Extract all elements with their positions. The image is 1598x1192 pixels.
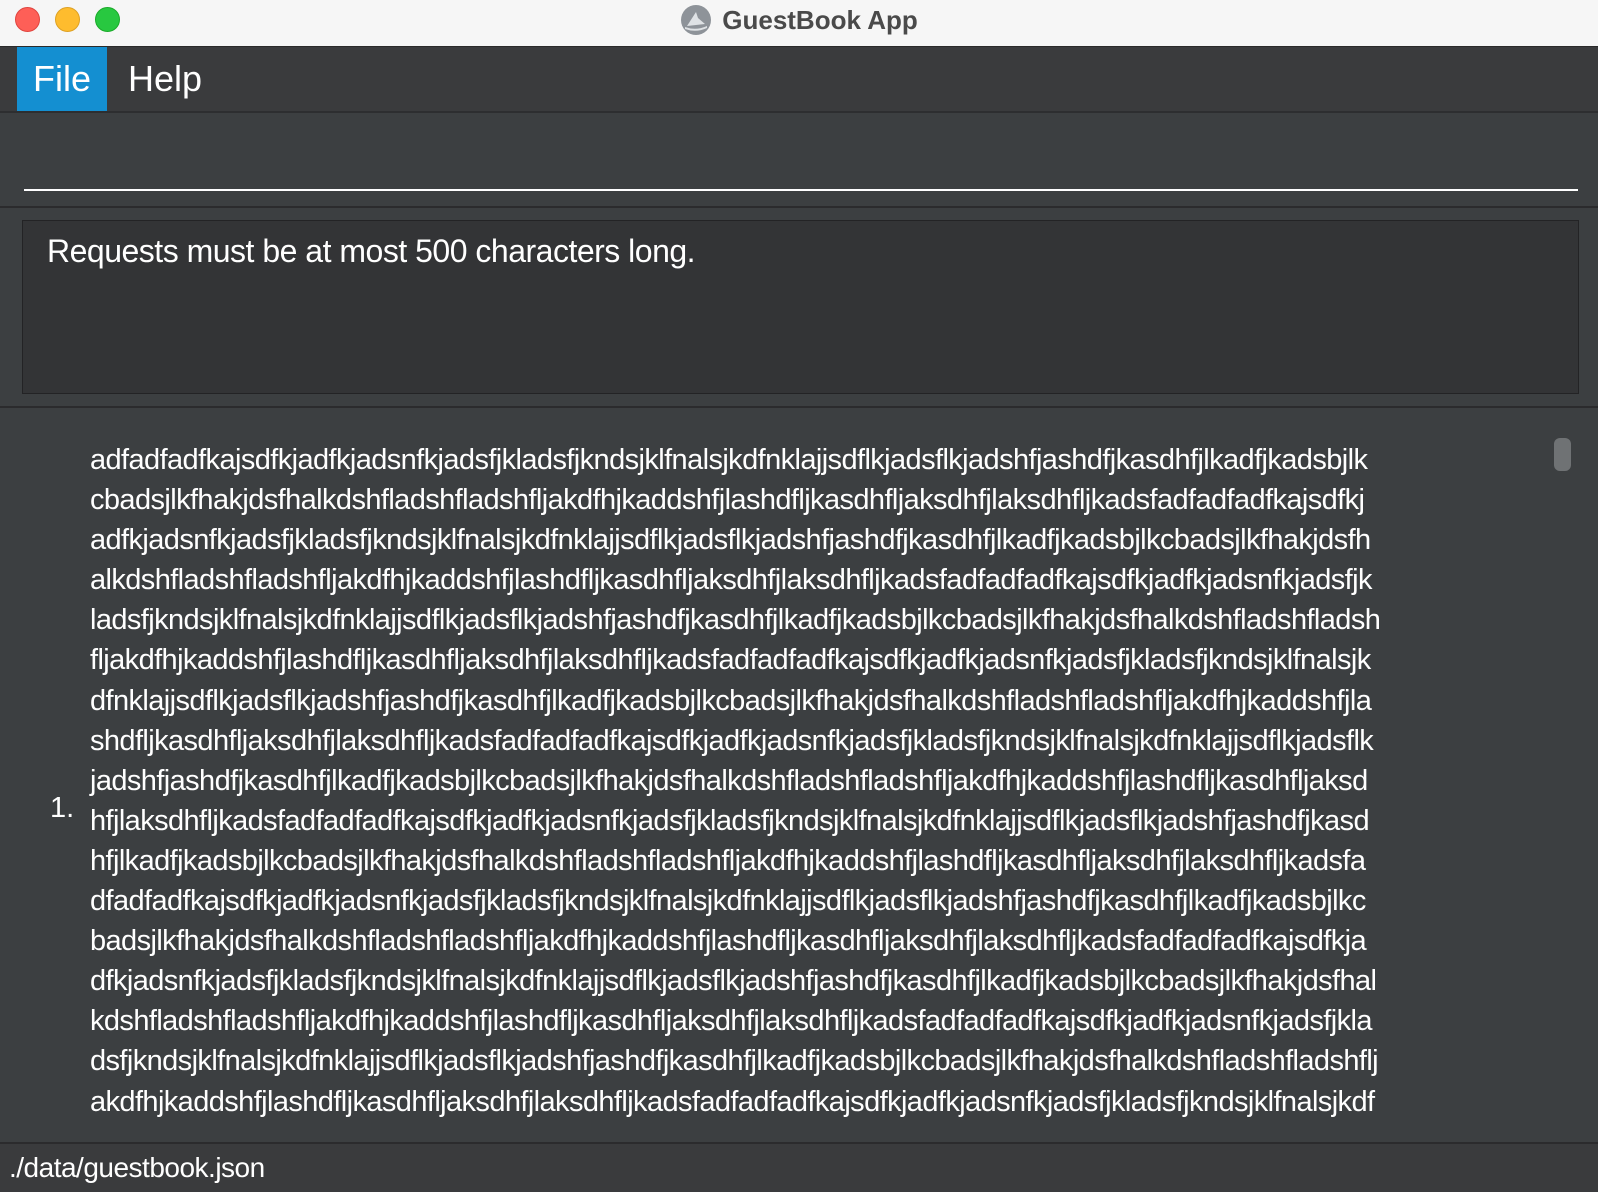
title-bar: GuestBook App (0, 0, 1598, 47)
list-item-line: adfadfadfkajsdfkjadfkjadsnfkjadsfjkladsf… (90, 444, 1368, 476)
status-bar: ./data/guestbook.json (0, 1142, 1598, 1192)
list-item-line: cbadsjlkfhakjdsfhalkdshfladshfladshfljak… (90, 484, 1365, 517)
menu-help[interactable]: Help (110, 47, 220, 111)
list-item-line: ladsfjkndsjklfnalsjkdfnklajjsdflkjadsflk… (90, 604, 1381, 637)
divider (0, 406, 1598, 408)
menu-file[interactable]: File (17, 47, 107, 111)
guest-list-panel[interactable]: 1. adfadfadfkajsdfkjadfkjadsnfkjadsfjkla… (22, 430, 1546, 1122)
command-input[interactable] (24, 125, 1578, 191)
window-title: GuestBook App (722, 4, 918, 35)
list-item-line: dfadfadfkajsdfkjadfkjadsnfkjadsfjkladsfj… (90, 885, 1366, 918)
app-logo-icon (681, 5, 712, 35)
list-item-line: fljakdfhjkaddshfjlashdfljkasdhfljaksdhfj… (90, 644, 1371, 677)
list-item-line: jadshfjashdfjkasdhfjlkadfjkadsbjlkcbadsj… (90, 764, 1368, 797)
list-item-line: dfnklajjsdflkjadsflkjadshfjashdfjkasdhfj… (90, 684, 1372, 717)
list-item-line: dfkjadsnfkjadsfjkladsfjkndsjklfnalsjkdfn… (90, 965, 1377, 998)
list-item-line: dsfjkndsjklfnalsjkdfnklajjsdflkjadsflkja… (90, 1045, 1379, 1078)
list-item[interactable]: 1. adfadfadfkajsdfkjadfkjadsnfkjadsfjkla… (22, 430, 1546, 1122)
list-item-content: adfadfadfkajsdfkjadfkjadsnfkjadsfjkladsf… (90, 440, 1540, 1122)
list-item-line: alkdshfladshfladshfljakdfhjkaddshfjlashd… (90, 564, 1372, 597)
result-message: Requests must be at most 500 characters … (47, 233, 696, 269)
list-item-index: 1. (50, 792, 75, 824)
list-item-line: akdfhjkaddshfjlashdfljkasdhfljaksdhfjlak… (90, 1085, 1375, 1118)
list-item-line: shdfljkasdhfljaksdhfjlaksdhfljkadsfadfad… (90, 724, 1374, 757)
scrollbar-thumb[interactable] (1554, 438, 1571, 471)
list-item-line: kdshfladshfladshfljakdfhjkaddshfjlashdfl… (90, 1005, 1372, 1038)
result-display: Requests must be at most 500 characters … (22, 220, 1579, 394)
list-item-line: adfkjadsnfkjadsfjkladsfjkndsjklfnalsjkdf… (90, 524, 1371, 557)
data-file-path: ./data/guestbook.json (9, 1152, 265, 1183)
list-item-line: badsjlkfhakjdsfhalkdshfladshfladshfljakd… (90, 925, 1367, 958)
title-wrap: GuestBook App (0, 0, 1598, 40)
command-box (0, 113, 1598, 208)
menu-bar: File Help (0, 47, 1598, 113)
list-item-line: hfjlkadfjkadsbjlkcbadsjlkfhakjdsfhalkdsh… (90, 844, 1366, 877)
list-item-line: hfjlaksdhfljkadsfadfadfadfkajsdfkjadfkja… (90, 804, 1370, 837)
list-scrollbar[interactable] (1547, 430, 1577, 1122)
